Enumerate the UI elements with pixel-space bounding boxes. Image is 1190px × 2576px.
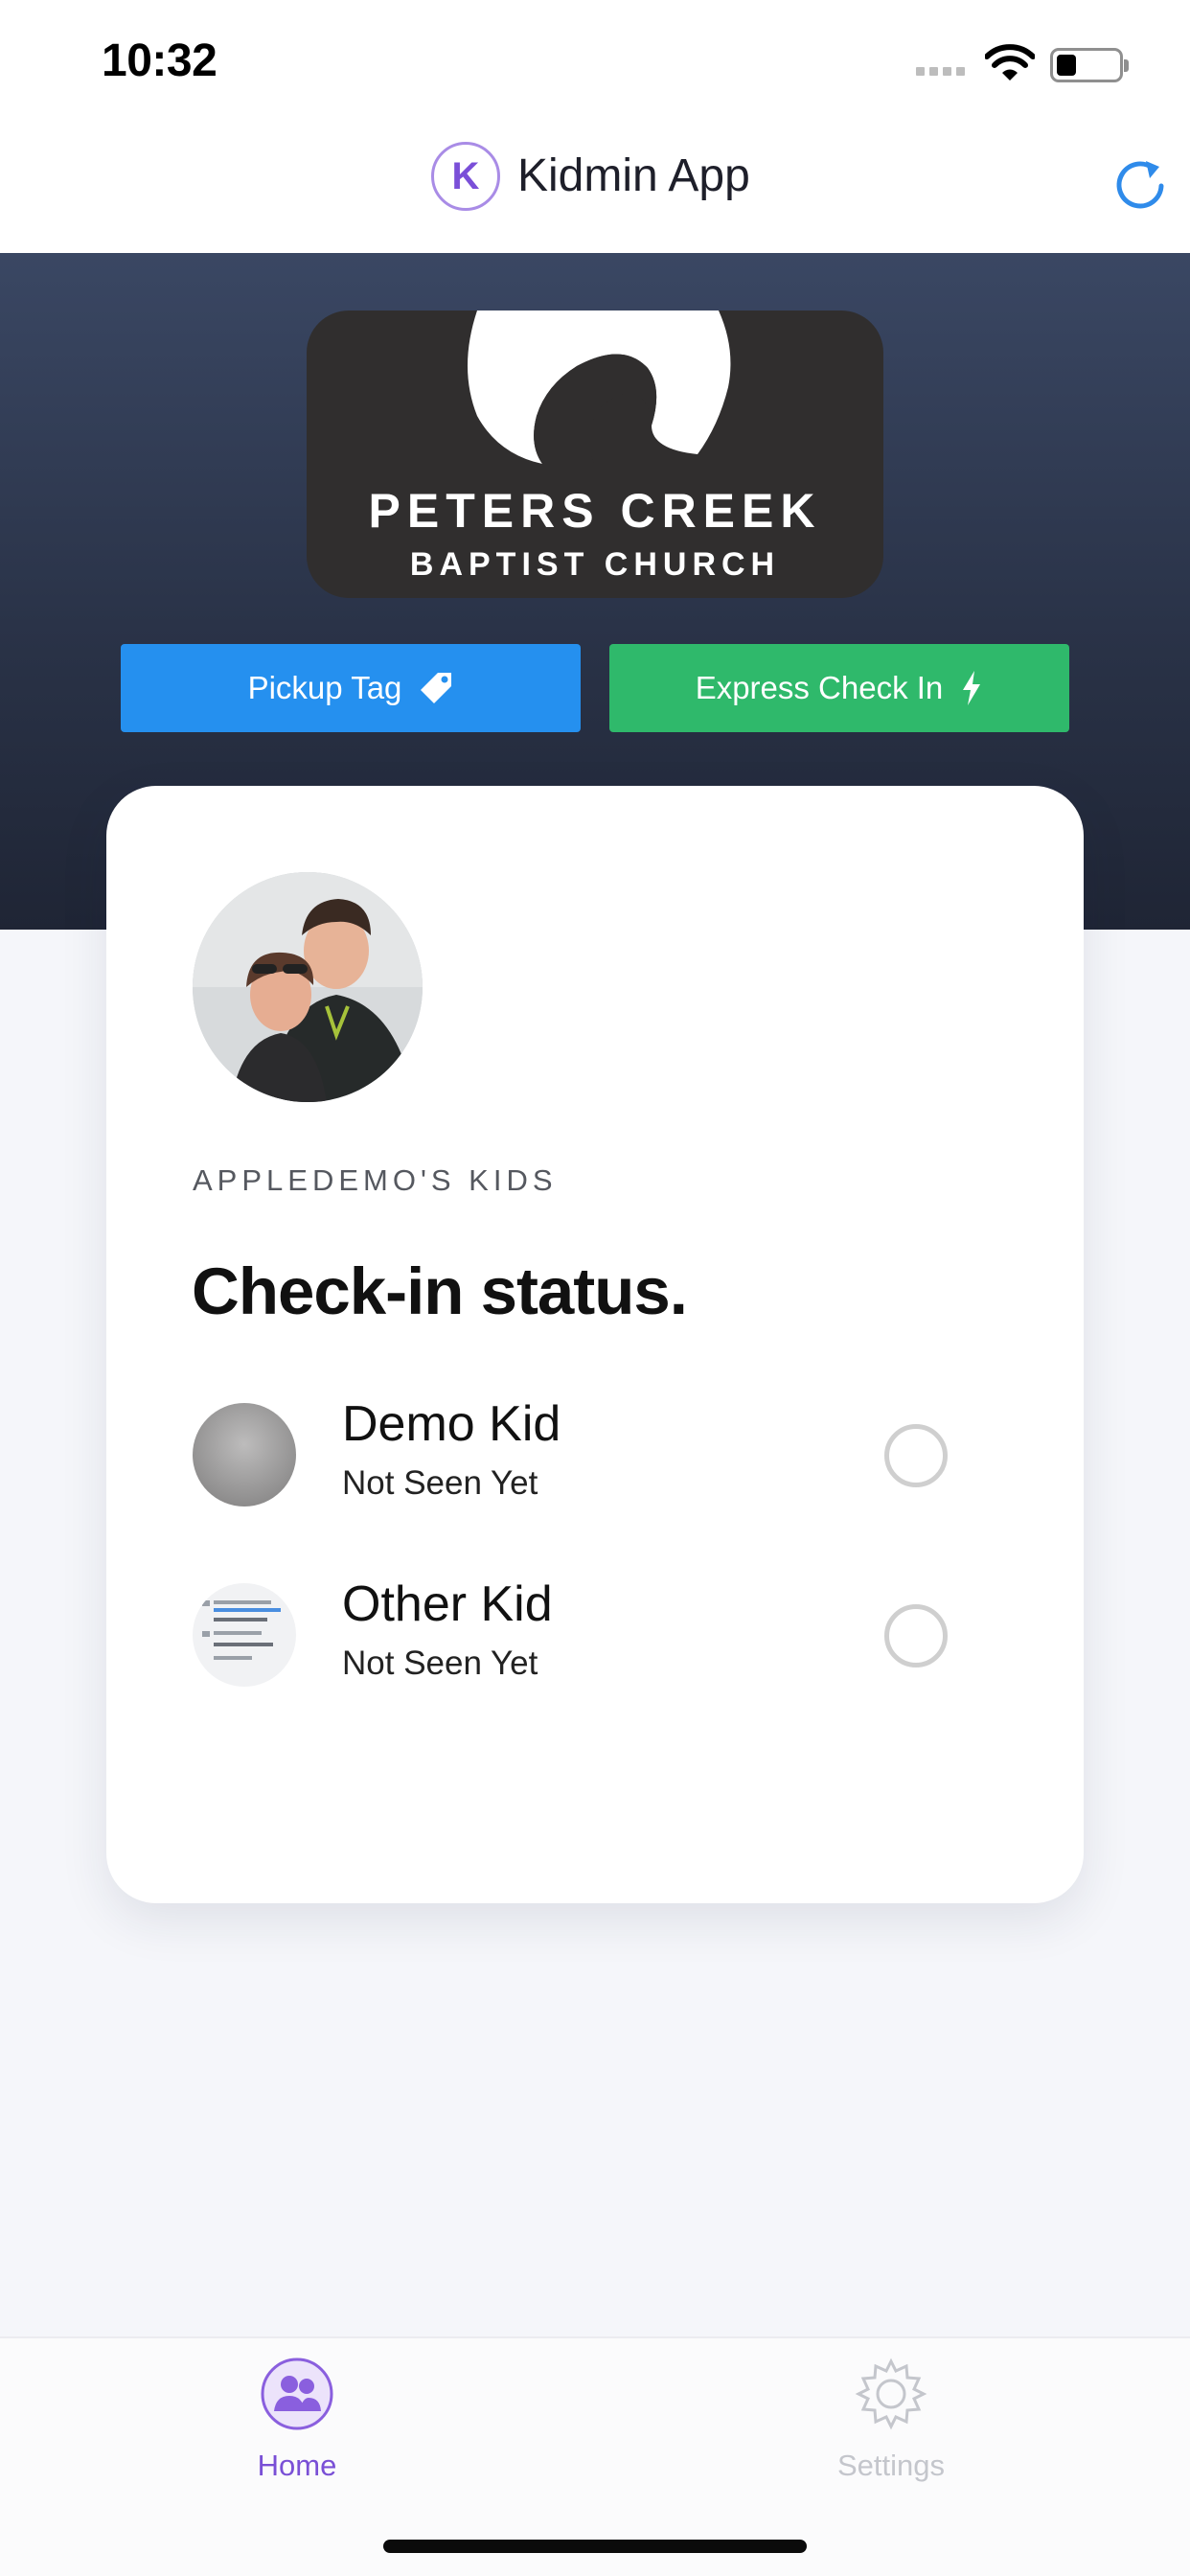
tag-icon bbox=[421, 673, 452, 703]
gear-icon bbox=[855, 2358, 927, 2430]
wifi-icon bbox=[985, 44, 1035, 80]
tab-home[interactable]: Home bbox=[192, 2358, 402, 2483]
church-name-line2: BAPTIST CHURCH bbox=[409, 546, 781, 583]
church-logo: PETERS CREEK BAPTIST CHURCH bbox=[307, 310, 883, 598]
tab-settings[interactable]: Settings bbox=[786, 2358, 996, 2483]
screen: 10:32 K Kidmin App PETERS CREEK BAPTIST … bbox=[0, 0, 1190, 2576]
tab-home-label: Home bbox=[257, 2449, 337, 2482]
battery-icon bbox=[1050, 48, 1129, 82]
kid-row-other-kid[interactable]: Other Kid Not Seen Yet bbox=[193, 1576, 997, 1690]
pickup-tag-button[interactable]: Pickup Tag bbox=[121, 644, 581, 732]
family-avatar bbox=[193, 872, 423, 1102]
express-check-in-button[interactable]: Express Check In bbox=[609, 644, 1069, 732]
kids-section-label: APPLEDEMO'S KIDS bbox=[193, 1163, 558, 1197]
tab-settings-label: Settings bbox=[836, 2449, 945, 2482]
check-in-card: APPLEDEMO'S KIDS Check-in status. Demo K… bbox=[106, 786, 1084, 1903]
refresh-icon[interactable] bbox=[1111, 155, 1169, 213]
pickup-tag-label: Pickup Tag bbox=[247, 670, 402, 705]
kid-name: Other Kid bbox=[342, 1576, 553, 1632]
kid-avatar bbox=[193, 1583, 296, 1687]
church-name-line1: PETERS CREEK bbox=[368, 484, 822, 538]
app-logo: K bbox=[431, 142, 500, 211]
kid-name: Demo Kid bbox=[342, 1396, 561, 1452]
bolt-icon bbox=[963, 671, 981, 705]
cellular-signal-icon bbox=[916, 67, 965, 76]
app-header: K Kidmin App bbox=[0, 126, 1190, 253]
home-indicator bbox=[383, 2540, 807, 2553]
app-title: Kidmin App bbox=[517, 150, 750, 201]
kid-status: Not Seen Yet bbox=[342, 1464, 538, 1502]
people-icon bbox=[261, 2358, 333, 2430]
check-in-status-title: Check-in status. bbox=[192, 1254, 688, 1328]
kid-row-demo-kid[interactable]: Demo Kid Not Seen Yet bbox=[193, 1395, 997, 1510]
status-bar: 10:32 bbox=[0, 0, 1190, 126]
kid-status: Not Seen Yet bbox=[342, 1644, 538, 1682]
express-check-in-label: Express Check In bbox=[695, 670, 944, 705]
status-time: 10:32 bbox=[102, 35, 217, 86]
church-logo-mark bbox=[468, 310, 731, 464]
kid-avatar bbox=[193, 1403, 296, 1506]
kid-select-radio[interactable] bbox=[884, 1424, 948, 1487]
kid-select-radio[interactable] bbox=[884, 1604, 948, 1668]
